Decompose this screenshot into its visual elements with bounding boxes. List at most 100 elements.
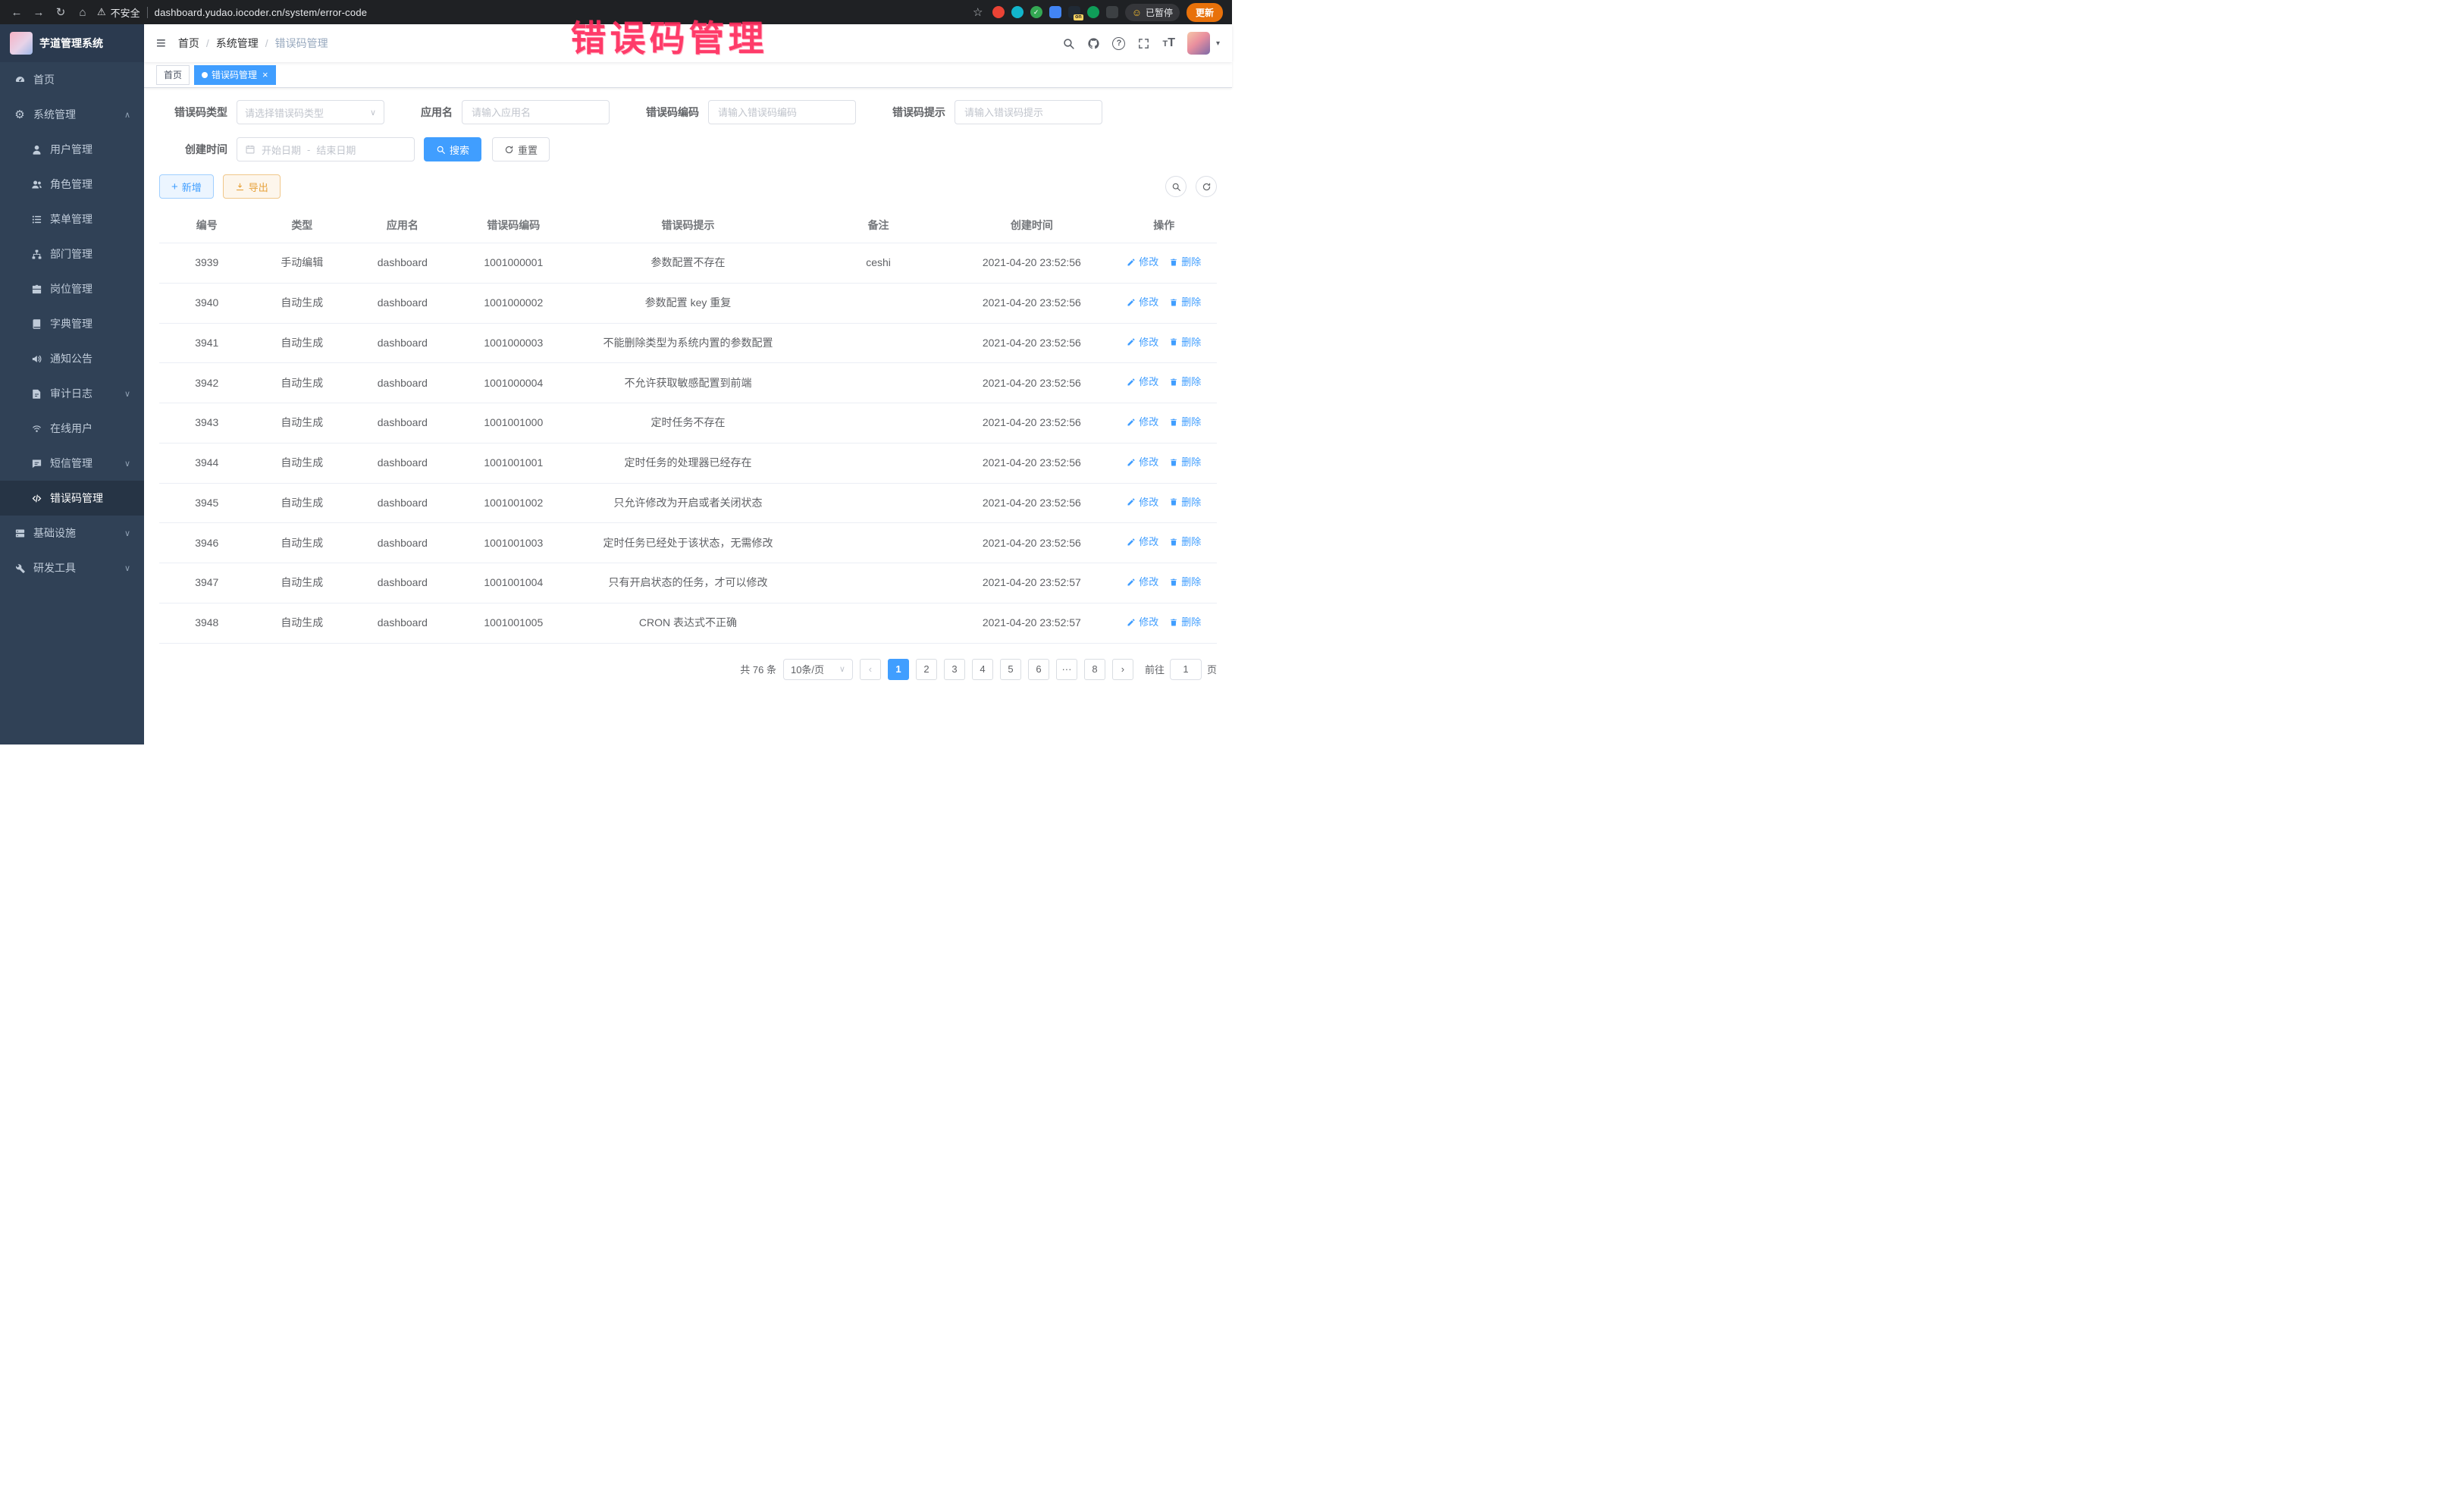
sidebar-item-home[interactable]: 首页	[0, 62, 144, 97]
breadcrumb-system[interactable]: 系统管理	[216, 36, 259, 51]
edit-button[interactable]: 修改	[1127, 495, 1158, 510]
extension-icon[interactable]	[1087, 6, 1099, 18]
cell-hint: 定时任务不存在	[572, 403, 804, 444]
delete-button[interactable]: 删除	[1169, 534, 1201, 550]
add-button[interactable]: + 新增	[159, 174, 214, 199]
address-bar-url[interactable]: dashboard.yudao.iocoder.cn/system/error-…	[155, 7, 368, 18]
edit-button[interactable]: 修改	[1127, 575, 1158, 590]
delete-button[interactable]: 删除	[1169, 295, 1201, 310]
cell-hint: 定时任务已经处于该状态，无需修改	[572, 523, 804, 563]
page-button-5[interactable]: 5	[1000, 659, 1021, 680]
sidebar-item-menus[interactable]: 菜单管理	[0, 202, 144, 237]
avatar[interactable]	[1187, 32, 1210, 55]
cell-actions: 修改删除	[1111, 563, 1217, 603]
update-button[interactable]: 更新	[1187, 3, 1223, 22]
hamburger-icon[interactable]: ≡	[156, 35, 166, 52]
sidebar-item-sms[interactable]: 短信管理 ∨	[0, 446, 144, 481]
edit-button[interactable]: 修改	[1127, 455, 1158, 470]
page-button-8[interactable]: 8	[1084, 659, 1105, 680]
sidebar-item-error-code[interactable]: 错误码管理	[0, 481, 144, 516]
sidebar-item-system[interactable]: ⚙ 系统管理 ∧	[0, 97, 144, 132]
page-button-4[interactable]: 4	[972, 659, 993, 680]
search-icon[interactable]	[1062, 37, 1075, 50]
font-size-icon[interactable]: TT	[1162, 36, 1175, 50]
sidebar-item-audit-logs[interactable]: 审计日志 ∨	[0, 376, 144, 411]
page-button-3[interactable]: 3	[944, 659, 965, 680]
reload-icon[interactable]: ↻	[53, 5, 68, 19]
sidebar-item-dictionary[interactable]: 字典管理	[0, 306, 144, 341]
prev-page-button[interactable]: ‹	[860, 659, 881, 680]
browser-home-icon[interactable]: ⌂	[75, 6, 90, 19]
forward-icon[interactable]: →	[31, 6, 46, 19]
app-name-input[interactable]	[462, 100, 610, 124]
refresh-table-button[interactable]	[1196, 176, 1217, 197]
app-logo[interactable]: 芋道管理系统	[0, 24, 144, 62]
error-type-select[interactable]: 请选择错误码类型 ∨	[237, 100, 384, 124]
toggle-search-button[interactable]	[1165, 176, 1187, 197]
error-hint-input[interactable]	[955, 100, 1102, 124]
date-range-picker[interactable]: 开始日期 - 结束日期	[237, 137, 415, 161]
more-pages-button[interactable]: ···	[1056, 659, 1077, 680]
next-page-button[interactable]: ›	[1112, 659, 1133, 680]
edit-button[interactable]: 修改	[1127, 534, 1158, 550]
edit-button[interactable]: 修改	[1127, 615, 1158, 630]
security-indicator[interactable]: ⚠ 不安全	[97, 5, 140, 20]
bookmark-star-icon[interactable]: ☆	[970, 5, 986, 19]
cell-id: 3944	[159, 443, 255, 483]
delete-button[interactable]: 删除	[1169, 455, 1201, 470]
extension-icon[interactable]	[992, 6, 1005, 18]
sidebar-item-announcements[interactable]: 通知公告	[0, 341, 144, 376]
delete-button[interactable]: 删除	[1169, 415, 1201, 430]
page-button-1[interactable]: 1	[888, 659, 909, 680]
sidebar-item-label: 岗位管理	[50, 281, 92, 296]
fullscreen-icon[interactable]	[1137, 37, 1150, 50]
edit-button[interactable]: 修改	[1127, 375, 1158, 390]
page-button-2[interactable]: 2	[916, 659, 937, 680]
delete-button[interactable]: 删除	[1169, 575, 1201, 590]
sidebar-item-roles[interactable]: 角色管理	[0, 167, 144, 202]
delete-button[interactable]: 删除	[1169, 335, 1201, 350]
tab-error-code[interactable]: 错误码管理 ×	[194, 65, 276, 85]
search-button[interactable]: 搜索	[424, 137, 481, 161]
col-actions: 操作	[1111, 208, 1217, 243]
page-button-6[interactable]: 6	[1028, 659, 1049, 680]
extension-icon[interactable]: ✓	[1030, 6, 1042, 18]
delete-button[interactable]: 删除	[1169, 375, 1201, 390]
sidebar-item-infrastructure[interactable]: 基础设施 ∨	[0, 516, 144, 550]
sidebar-item-dev-tools[interactable]: 研发工具 ∨	[0, 550, 144, 585]
extension-icon[interactable]	[1106, 6, 1118, 18]
extension-icon[interactable]: on	[1068, 6, 1080, 18]
close-icon[interactable]: ×	[262, 70, 268, 80]
breadcrumb-home[interactable]: 首页	[178, 36, 199, 51]
sms-icon	[30, 457, 42, 469]
cell-remark	[804, 483, 952, 523]
tab-home[interactable]: 首页	[156, 65, 190, 85]
github-icon[interactable]	[1087, 37, 1100, 50]
delete-button[interactable]: 删除	[1169, 615, 1201, 630]
extension-icon[interactable]	[1049, 6, 1061, 18]
avatar-caret-icon[interactable]: ▾	[1216, 39, 1220, 48]
page-size-select[interactable]: 10条/页 ∨	[783, 659, 853, 680]
delete-button[interactable]: 删除	[1169, 495, 1201, 510]
profile-paused-chip[interactable]: ☺ 已暂停	[1125, 4, 1180, 21]
back-icon[interactable]: ←	[9, 6, 24, 19]
edit-button[interactable]: 修改	[1127, 415, 1158, 430]
export-button[interactable]: 导出	[223, 174, 281, 199]
goto-page-input[interactable]	[1170, 659, 1202, 680]
reset-button[interactable]: 重置	[492, 137, 550, 161]
error-code-input[interactable]	[708, 100, 856, 124]
users-icon	[30, 178, 42, 190]
edit-button[interactable]: 修改	[1127, 295, 1158, 310]
help-icon[interactable]: ?	[1112, 37, 1125, 50]
sidebar-item-positions[interactable]: 岗位管理	[0, 271, 144, 306]
edit-button[interactable]: 修改	[1127, 255, 1158, 270]
sidebar-item-users[interactable]: 用户管理	[0, 132, 144, 167]
extension-icon[interactable]	[1011, 6, 1024, 18]
edit-button[interactable]: 修改	[1127, 335, 1158, 350]
delete-button[interactable]: 删除	[1169, 255, 1201, 270]
sidebar-item-online-users[interactable]: 在线用户	[0, 411, 144, 446]
sidebar-item-departments[interactable]: 部门管理	[0, 237, 144, 271]
table-row: 3943 自动生成 dashboard 1001001000 定时任务不存在 2…	[159, 403, 1217, 444]
breadcrumb: 首页 / 系统管理 / 错误码管理	[178, 36, 328, 51]
cell-remark	[804, 603, 952, 643]
